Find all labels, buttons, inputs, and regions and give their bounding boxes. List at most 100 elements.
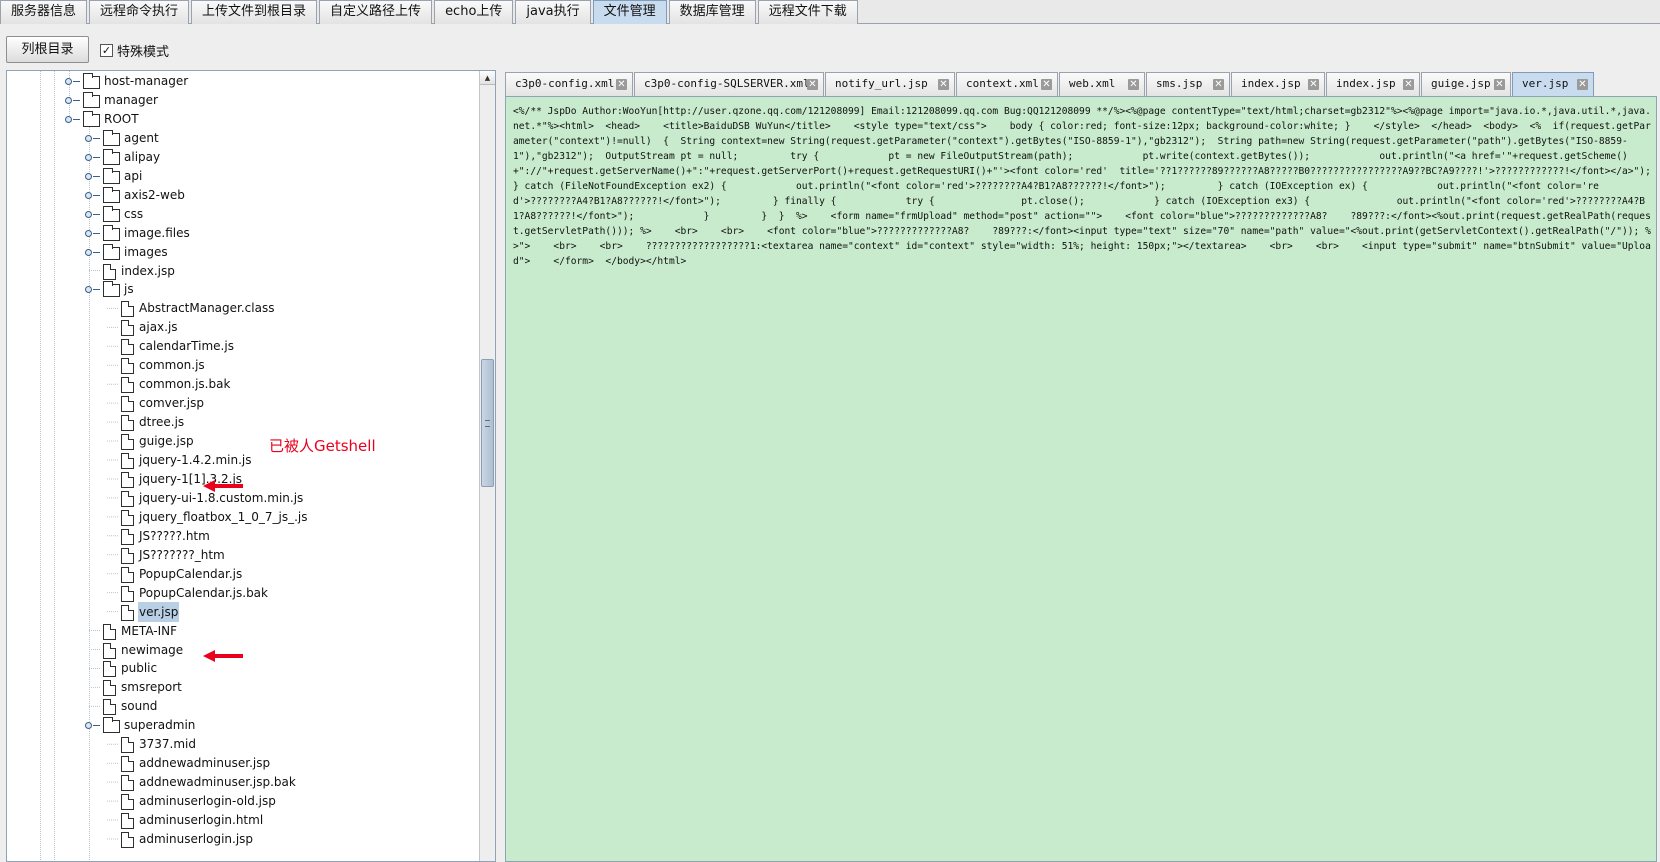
folder-icon (103, 717, 120, 734)
file-tab[interactable]: web.xml ✕ (1059, 72, 1145, 96)
main-tab[interactable]: 上传文件到根目录 (191, 0, 318, 24)
tree-file-row[interactable]: comver.jsp (7, 393, 479, 413)
expand-toggle-icon[interactable] (85, 172, 100, 180)
file-icon (121, 547, 134, 564)
tree-item-label: comver.jsp (139, 396, 204, 411)
file-tab[interactable]: index.jsp ✕ (1326, 72, 1420, 96)
tree-file-row[interactable]: META-INF (7, 621, 479, 641)
tree-file-row[interactable]: smsreport (7, 677, 479, 697)
tree-file-row[interactable]: PopupCalendar.js.bak (7, 583, 479, 603)
folder-icon (103, 167, 120, 184)
main-tab[interactable]: 远程命令执行 (89, 0, 190, 24)
expand-toggle-icon[interactable] (85, 134, 100, 142)
tree-file-row[interactable]: calendarTime.js (7, 336, 479, 356)
file-tab[interactable]: context.xml ✕ (956, 72, 1058, 96)
close-tab-icon[interactable]: ✕ (1403, 79, 1414, 90)
tree-file-row[interactable]: adminuserlogin.html (7, 810, 479, 830)
close-tab-icon[interactable]: ✕ (1213, 79, 1224, 90)
file-icon (121, 396, 134, 413)
list-root-button[interactable]: 列根目录 (6, 36, 89, 63)
close-tab-icon[interactable]: ✕ (1041, 79, 1052, 90)
tree-file-row[interactable]: adminuserlogin.jsp (7, 829, 479, 849)
tree-folder-row[interactable]: manager (7, 90, 479, 110)
tree-file-row[interactable]: public (7, 658, 479, 678)
tree-file-row[interactable]: ajax.js (7, 317, 479, 337)
expand-toggle-icon[interactable] (85, 191, 100, 199)
close-tab-icon[interactable]: ✕ (938, 79, 949, 90)
close-tab-icon[interactable]: ✕ (616, 79, 627, 90)
file-tab[interactable]: guige.jsp ✕ (1421, 72, 1511, 96)
main-tab[interactable]: 服务器信息 (0, 0, 88, 24)
expand-toggle-icon[interactable] (65, 78, 80, 85)
close-tab-icon[interactable]: ✕ (1577, 79, 1588, 90)
main-tab[interactable]: 自定义路径上传 (319, 0, 433, 24)
tree-file-row[interactable]: dtree.js (7, 412, 479, 432)
close-tab-icon[interactable]: ✕ (1308, 79, 1319, 90)
file-tab[interactable]: sms.jsp ✕ (1146, 72, 1230, 96)
tree-file-row[interactable]: jquery-1.4.2.min.js (7, 450, 479, 470)
tree-file-row[interactable]: addnewadminuser.jsp.bak (7, 772, 479, 792)
file-tab[interactable]: index.jsp ✕ (1231, 72, 1325, 96)
tree-scrollbar[interactable]: ▲ (479, 71, 495, 861)
tree-file-row[interactable]: index.jsp (7, 261, 479, 281)
main-tab[interactable]: java执行 (515, 0, 591, 24)
file-tab[interactable]: c3p0-config.xml ✕ (505, 72, 633, 96)
tree-file-row[interactable]: common.js.bak (7, 374, 479, 394)
file-tab[interactable]: c3p0-config-SQLSERVER.xml ✕ (634, 72, 824, 96)
tree-file-row[interactable]: PopupCalendar.js (7, 564, 479, 584)
tree-file-row[interactable]: adminuserlogin-old.jsp (7, 791, 479, 811)
expand-toggle-icon[interactable] (65, 96, 80, 104)
special-mode-toggle[interactable]: ✓ 特殊模式 (100, 41, 170, 60)
tree-folder-row[interactable]: image.files (7, 223, 479, 243)
main-tab[interactable]: 数据库管理 (668, 0, 756, 24)
tree-file-row[interactable]: jquery-1[1].3.2.js (7, 469, 479, 489)
tree-folder-row[interactable]: api (7, 166, 479, 186)
tree-file-row[interactable]: JS???????_htm (7, 545, 479, 565)
tree-file-row[interactable]: jquery-ui-1.8.custom.min.js (7, 488, 479, 508)
file-icon (121, 775, 134, 792)
tree-file-row[interactable]: common.js (7, 355, 479, 375)
expand-toggle-icon[interactable] (65, 115, 80, 123)
main-tab[interactable]: echo上传 (434, 0, 514, 24)
file-tab[interactable]: ver.jsp ✕ (1512, 72, 1594, 96)
expand-toggle-icon[interactable] (85, 286, 100, 294)
tree-file-row[interactable]: JS?????.htm (7, 526, 479, 546)
tree-file-row[interactable]: ver.jsp (7, 601, 479, 622)
special-mode-label: 特殊模式 (117, 44, 170, 60)
expand-toggle-icon[interactable] (85, 229, 100, 237)
tree-folder-row[interactable]: axis2-web (7, 185, 479, 205)
file-icon (121, 490, 134, 507)
tree-folder-row[interactable]: images (7, 242, 479, 262)
tree-file-row[interactable]: 3737.mid (7, 734, 479, 754)
tree-folder-row[interactable]: host-manager (7, 71, 479, 91)
expand-toggle-icon[interactable] (85, 722, 100, 730)
scroll-thumb[interactable] (481, 359, 494, 487)
file-tab[interactable]: notify_url.jsp ✕ (825, 72, 955, 96)
tree-file-row[interactable]: jquery_floatbox_1_0_7_js_.js (7, 507, 479, 527)
scroll-up-arrow-icon[interactable]: ▲ (480, 71, 495, 85)
tree-folder-row[interactable]: agent (7, 128, 479, 148)
tree-folder-row[interactable]: ROOT (7, 109, 479, 129)
tree-folder-row[interactable]: alipay (7, 147, 479, 167)
tree-file-row[interactable]: newimage (7, 640, 479, 660)
tree-file-row[interactable]: addnewadminuser.jsp (7, 753, 479, 773)
tree-folder-row[interactable]: css (7, 204, 479, 224)
close-tab-icon[interactable]: ✕ (807, 79, 818, 90)
expand-toggle-icon[interactable] (85, 210, 100, 218)
file-icon (121, 339, 134, 356)
close-tab-icon[interactable]: ✕ (1494, 79, 1505, 90)
tree-file-row[interactable]: sound (7, 696, 479, 716)
main-tab[interactable]: 远程文件下载 (757, 0, 858, 24)
tree-file-row[interactable]: AbstractManager.class (7, 298, 479, 318)
tree-item-label: guige.jsp (139, 434, 194, 449)
expand-toggle-icon[interactable] (85, 153, 100, 161)
code-editor[interactable]: <%/** JspDo Author:WooYun[http://user.qz… (505, 96, 1657, 862)
tree-folder-row[interactable]: js (7, 279, 479, 299)
special-mode-checkbox[interactable]: ✓ (100, 43, 113, 57)
tree-file-row[interactable]: guige.jsp (7, 431, 479, 451)
tree-folder-row[interactable]: superadmin (7, 715, 479, 735)
tree-item-label: common.js.bak (139, 377, 231, 392)
close-tab-icon[interactable]: ✕ (1128, 79, 1139, 90)
main-tab[interactable]: 文件管理 (592, 0, 667, 24)
expand-toggle-icon[interactable] (85, 248, 100, 256)
